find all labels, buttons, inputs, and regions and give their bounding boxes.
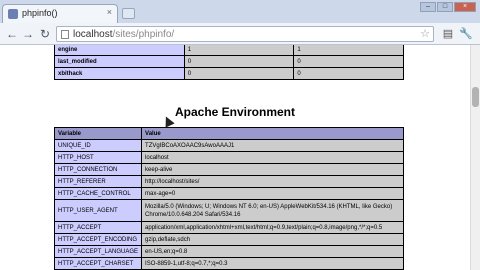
minimize-button[interactable]: – [420, 2, 436, 12]
variable-name-cell: HTTP_ACCEPT_ENCODING [53, 233, 143, 246]
variable-name-cell: UNIQUE_ID [53, 139, 143, 152]
page-icon [61, 30, 69, 39]
variable-name-cell: HTTP_USER_AGENT [53, 199, 143, 222]
variable-value-cell: max-age=0 [141, 187, 404, 200]
variable-value-cell: en-US,en;q=0.8 [141, 245, 404, 258]
variable-name-cell: HTTP_REFERER [53, 175, 143, 188]
wrench-icon[interactable]: 🔧 [458, 26, 474, 42]
table-row: UNIQUE_ID TZVgIBCoAXOAAC9sAwoAAAJ1 [53, 139, 404, 152]
directive-name-cell: last_modified [54, 55, 185, 68]
table-row: HTTP_USER_AGENT Mozilla/5.0 (Windows; U; … [53, 199, 404, 222]
master-value-cell: 1 [293, 45, 404, 56]
table-row: HTTP_CONNECTION keep-alive [53, 163, 404, 176]
section-title: Apache Environment [174, 105, 296, 119]
variable-value-cell: keep-alive [141, 163, 404, 176]
forward-button[interactable]: → [20, 26, 36, 42]
table-row: HTTP_HOST localhost [53, 151, 404, 164]
apache-environment-table: Variable Value UNIQUE_ID TZVgIBCoAXOAAC9s… [53, 127, 404, 270]
browser-tab[interactable]: phpinfo() × [2, 4, 118, 23]
variable-name-cell: HTTP_HOST [53, 151, 143, 164]
variable-name-cell: HTTP_CONNECTION [53, 163, 143, 176]
column-header-variable: Variable [53, 127, 143, 140]
url-path: /sites/phpinfo/ [112, 29, 175, 40]
local-value-cell: 1 [183, 45, 295, 56]
new-tab-button[interactable] [122, 8, 135, 19]
page-content: engine 1 1 last_modified 0 0 xbithack 0 0 Apache… [0, 45, 470, 270]
variable-name-cell: HTTP_ACCEPT [53, 221, 143, 234]
php-favicon-icon [8, 9, 18, 19]
back-button[interactable]: ← [4, 26, 20, 42]
vertical-scrollbar[interactable] [470, 45, 480, 270]
table-row: HTTP_REFERER http://localhost/sites/ [53, 175, 404, 188]
table-row: HTTP_ACCEPT_CHARSET ISO-8859-1,utf-8;q=0.… [53, 257, 404, 270]
variable-value-cell: Mozilla/5.0 (Windows; U; Windows NT 6.0;… [141, 199, 404, 222]
variable-value-cell: localhost [141, 151, 404, 164]
tab-strip: phpinfo() × – □ × [0, 0, 480, 23]
browser-toolbar: ← → ↻ localhost/sites/phpinfo/ ☆ ▤ 🔧 [0, 23, 480, 45]
maximize-button[interactable]: □ [437, 2, 453, 12]
directive-name-cell: xbithack [54, 67, 185, 80]
variable-value-cell: application/xml,application/xhtml+xml,te… [141, 221, 404, 234]
master-value-cell: 0 [293, 55, 404, 68]
scrollbar-thumb[interactable] [472, 87, 479, 107]
variable-value-cell: http://localhost/sites/ [141, 175, 404, 188]
local-value-cell: 0 [183, 67, 295, 80]
directive-name-cell: engine [54, 45, 185, 56]
table-row: HTTP_ACCEPT application/xml,application/x… [53, 221, 404, 234]
table-row: xbithack 0 0 [54, 67, 404, 80]
tab-close-icon[interactable]: × [107, 7, 112, 17]
master-value-cell: 0 [293, 67, 404, 80]
page-menu-icon[interactable]: ▤ [440, 26, 456, 42]
variable-name-cell: HTTP_ACCEPT_CHARSET [53, 257, 143, 270]
reload-button[interactable]: ↻ [37, 26, 53, 42]
url-text: localhost/sites/phpinfo/ [73, 29, 174, 40]
variable-name-cell: HTTP_CACHE_CONTROL [53, 187, 143, 200]
table-row: HTTP_ACCEPT_LANGUAGE en-US,en;q=0.8 [53, 245, 404, 258]
variable-value-cell: gzip,deflate,sdch [141, 233, 404, 246]
column-header-value: Value [141, 127, 404, 140]
window-controls: – □ × [420, 2, 476, 12]
local-value-cell: 0 [183, 55, 295, 68]
variable-value-cell: ISO-8859-1,utf-8;q=0.7,*;q=0.3 [141, 257, 404, 270]
variable-name-cell: HTTP_ACCEPT_LANGUAGE [53, 245, 143, 258]
apache-directives-table: engine 1 1 last_modified 0 0 xbithack 0 0 [54, 45, 404, 80]
url-host: localhost [73, 29, 113, 40]
table-row: last_modified 0 0 [54, 55, 404, 68]
tab-title: phpinfo() [22, 8, 58, 18]
bookmark-star-icon[interactable]: ☆ [420, 27, 430, 40]
table-header-row: Variable Value [53, 127, 404, 140]
close-window-button[interactable]: × [454, 2, 476, 12]
address-bar[interactable]: localhost/sites/phpinfo/ ☆ [56, 26, 434, 42]
table-row: engine 1 1 [54, 45, 404, 56]
variable-value-cell: TZVgIBCoAXOAAC9sAwoAAAJ1 [141, 139, 404, 152]
table-row: HTTP_CACHE_CONTROL max-age=0 [53, 187, 404, 200]
table-row: HTTP_ACCEPT_ENCODING gzip,deflate,sdch [53, 233, 404, 246]
